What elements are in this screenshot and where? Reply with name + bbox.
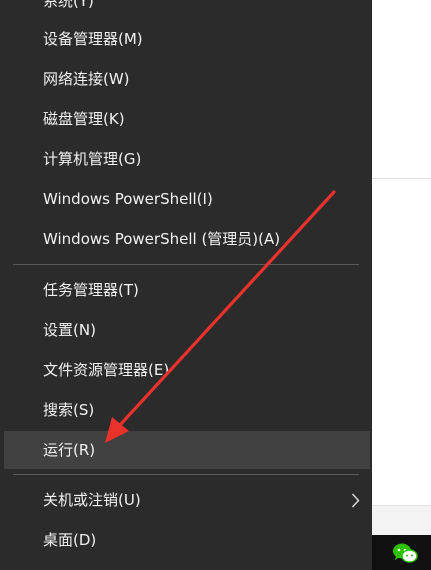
chevron-right-icon (351, 481, 360, 519)
menu-item-label: Windows PowerShell (管理员)(A) (43, 230, 281, 248)
menu-item-label: 运行(R) (43, 441, 96, 459)
menu-item-shutdown-signout[interactable]: 关机或注销(U) (4, 481, 370, 519)
menu-item-powershell[interactable]: Windows PowerShell(I) (4, 180, 370, 218)
menu-item-label: 设置(N) (43, 321, 96, 339)
menu-item-label: 设备管理器(M) (43, 30, 143, 48)
winx-context-menu: 系统(Y) 设备管理器(M) 网络连接(W) 磁盘管理(K) 计算机管理(G) … (0, 0, 372, 570)
menu-item-label: 磁盘管理(K) (43, 110, 125, 128)
wechat-icon[interactable] (392, 542, 418, 564)
menu-item-label: 文件资源管理器(E) (43, 361, 170, 379)
menu-item-task-manager[interactable]: 任务管理器(T) (4, 271, 370, 309)
menu-item-run[interactable]: 运行(R) (4, 431, 370, 469)
menu-item-network-connections[interactable]: 网络连接(W) (4, 60, 370, 98)
menu-item-settings[interactable]: 设置(N) (4, 311, 370, 349)
menu-item-file-explorer[interactable]: 文件资源管理器(E) (4, 351, 370, 389)
menu-item-label: 桌面(D) (43, 531, 97, 549)
menu-item-label: 搜索(S) (43, 401, 95, 419)
menu-item-device-manager[interactable]: 设备管理器(M) (4, 20, 370, 58)
menu-item-label: 网络连接(W) (43, 70, 130, 88)
menu-item-system[interactable]: 系统(Y) (4, 0, 370, 20)
menu-item-disk-management[interactable]: 磁盘管理(K) (4, 100, 370, 138)
taskbar (372, 535, 431, 570)
background-divider (372, 178, 431, 179)
menu-item-powershell-admin[interactable]: Windows PowerShell (管理员)(A) (4, 220, 370, 258)
background-window (372, 0, 431, 570)
menu-item-search[interactable]: 搜索(S) (4, 391, 370, 429)
menu-item-label: 任务管理器(T) (43, 281, 139, 299)
menu-item-label: 计算机管理(G) (43, 150, 142, 168)
menu-item-label: Windows PowerShell(I) (43, 190, 213, 208)
background-strip (372, 505, 431, 536)
menu-separator (13, 264, 359, 265)
menu-item-computer-management[interactable]: 计算机管理(G) (4, 140, 370, 178)
menu-item-label: 系统(Y) (43, 0, 94, 10)
menu-separator (13, 474, 359, 475)
menu-item-label: 关机或注销(U) (43, 491, 141, 509)
menu-item-desktop[interactable]: 桌面(D) (4, 521, 370, 559)
